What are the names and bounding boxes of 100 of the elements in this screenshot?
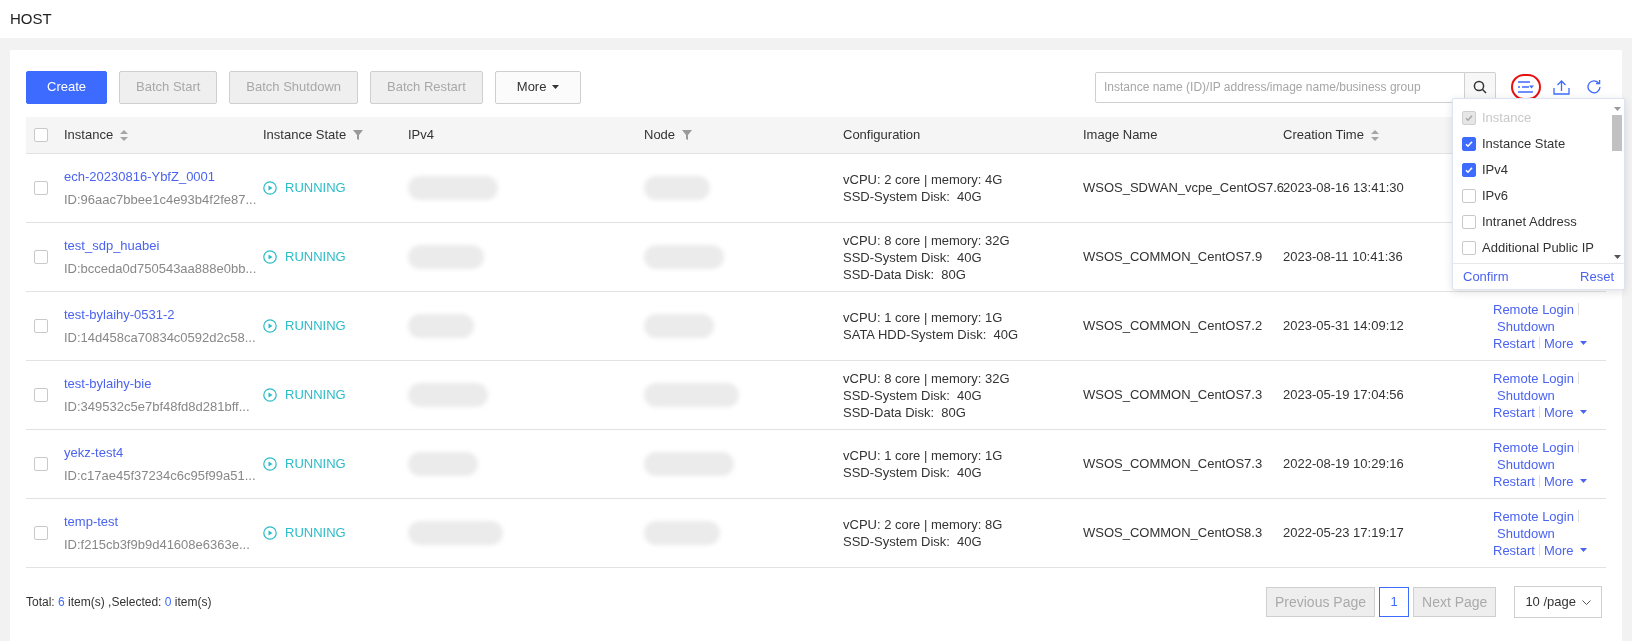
- checkbox[interactable]: [1462, 215, 1476, 229]
- creation-time: 2023-05-19 17:04:56: [1283, 386, 1404, 405]
- refresh-icon[interactable]: [1586, 79, 1602, 95]
- checkbox[interactable]: [34, 526, 48, 540]
- configuration-line: vCPU: 1 core | memory: 1G: [843, 309, 1004, 326]
- restart-link[interactable]: Restart: [1493, 334, 1535, 352]
- list-settings-icon: [1518, 81, 1534, 93]
- checkbox[interactable]: [34, 319, 48, 333]
- selection-summary: Total: 6 item(s) ,Selected: 0 item(s): [26, 594, 212, 611]
- shutdown-link[interactable]: Shutdown: [1497, 456, 1555, 472]
- instance-name-link[interactable]: ech-20230816-YbfZ_0001: [64, 167, 263, 187]
- play-circle-icon: [263, 181, 277, 195]
- status-text: RUNNING: [285, 248, 346, 267]
- page-button[interactable]: 1: [1379, 587, 1409, 617]
- checkbox[interactable]: [1462, 163, 1476, 177]
- more-link[interactable]: More: [1543, 334, 1587, 352]
- play-circle-icon: [263, 388, 277, 402]
- shutdown-link[interactable]: Shutdown: [1497, 387, 1555, 403]
- column-option[interactable]: Additional Public IP: [1462, 235, 1610, 261]
- chevron-down-icon: [1582, 599, 1591, 605]
- remote-login-link[interactable]: Remote Login: [1493, 438, 1574, 456]
- sort-icon[interactable]: [120, 129, 129, 141]
- column-option[interactable]: Intranet Address: [1462, 209, 1610, 235]
- filter-icon[interactable]: [682, 130, 693, 140]
- instance-name-link[interactable]: test_sdp_huabei: [64, 236, 263, 256]
- confirm-link[interactable]: Confirm: [1463, 266, 1509, 287]
- reset-link[interactable]: Reset: [1580, 266, 1614, 287]
- caret-icon: [1579, 341, 1587, 345]
- checkbox[interactable]: [34, 128, 48, 142]
- creation-time: 2023-08-16 13:41:30: [1283, 179, 1404, 198]
- checkbox[interactable]: [1462, 137, 1476, 151]
- play-circle-icon: [263, 319, 277, 333]
- image-name: WSOS_COMMON_CentOS7.3: [1083, 455, 1263, 474]
- filter-icon[interactable]: [353, 130, 364, 140]
- restart-link[interactable]: Restart: [1493, 541, 1535, 559]
- instance-name-link[interactable]: yekz-test4: [64, 443, 263, 463]
- caret-icon: [1579, 479, 1587, 483]
- shutdown-link[interactable]: Shutdown: [1497, 318, 1555, 334]
- checkmark-icon: [1464, 113, 1474, 123]
- instance-name-link[interactable]: test-bylaihy-bie: [64, 374, 263, 394]
- checkbox[interactable]: [1462, 189, 1476, 203]
- search-field[interactable]: Instance name (ID)/IP address/image name/business group: [1095, 71, 1465, 103]
- caret-icon: [1579, 548, 1587, 552]
- instance-id: ID:f215cb3f9b9d41608e6363e...: [64, 535, 251, 554]
- column-header: Image Name: [1083, 126, 1158, 145]
- shutdown-link[interactable]: Shutdown: [1497, 525, 1555, 541]
- configuration-line: SSD-System Disk: 40G: [843, 533, 983, 550]
- checkmark-icon: [1464, 165, 1474, 175]
- configuration-line: SSD-System Disk: 40G: [843, 386, 983, 404]
- column-header: IPv4: [408, 126, 434, 145]
- remote-login-link[interactable]: Remote Login: [1493, 300, 1574, 318]
- toolbar-button[interactable]: Create: [26, 70, 108, 104]
- image-name: WSOS_COMMON_CentOS7.2: [1083, 317, 1263, 336]
- upload-icon[interactable]: [1553, 79, 1570, 95]
- instance-name-link[interactable]: test-bylaihy-0531-2: [64, 305, 263, 325]
- checkbox[interactable]: [34, 457, 48, 471]
- page-title: HOST: [10, 8, 52, 29]
- configuration-line: SATA HDD-System Disk: 40G: [843, 326, 1020, 343]
- checkbox[interactable]: [34, 388, 48, 402]
- column-header: Node: [644, 126, 676, 145]
- play-circle-icon: [263, 526, 277, 540]
- more-link[interactable]: More: [1543, 403, 1587, 421]
- instance-name-link[interactable]: temp-test: [64, 512, 263, 532]
- scrollbar-thumb[interactable]: [1612, 115, 1622, 151]
- configuration-line: vCPU: 8 core | memory: 32G: [843, 369, 1011, 387]
- caret-icon: [552, 85, 560, 89]
- more-link[interactable]: More: [1543, 472, 1587, 490]
- search-icon: [1473, 80, 1487, 94]
- caret-icon: [1579, 410, 1587, 414]
- instance-id: ID:349532c5e7bf48fd8d281bff...: [64, 397, 251, 416]
- sort-icon[interactable]: [1370, 129, 1379, 141]
- checkbox[interactable]: [34, 250, 48, 264]
- checkbox[interactable]: [34, 181, 48, 195]
- page-size-select[interactable]: 10 /page: [1514, 586, 1602, 618]
- caret-icon: [1613, 255, 1621, 259]
- instance-id: ID:96aac7bbee1c4e93b4f2fe87...: [64, 190, 258, 209]
- image-name: WSOS_COMMON_CentOS7.9: [1083, 248, 1263, 267]
- remote-login-link[interactable]: Remote Login: [1493, 369, 1574, 387]
- configuration-line: vCPU: 2 core | memory: 4G: [843, 171, 1004, 188]
- configuration-line: SSD-System Disk: 40G: [843, 464, 983, 481]
- image-name: WSOS_COMMON_CentOS7.3: [1083, 386, 1263, 405]
- remote-login-link[interactable]: Remote Login: [1493, 507, 1574, 525]
- column-option[interactable]: IPv6: [1462, 183, 1610, 209]
- creation-time: 2022-08-19 10:29:16: [1283, 455, 1404, 474]
- checkbox[interactable]: [1462, 241, 1476, 255]
- column-header: Instance State: [263, 126, 347, 145]
- more-link[interactable]: More: [1543, 541, 1587, 559]
- restart-link[interactable]: Restart: [1493, 472, 1535, 490]
- more-dropdown-button[interactable]: More: [494, 70, 582, 104]
- checkmark-icon: [1464, 139, 1474, 149]
- configuration-line: SSD-Data Disk: 80G: [843, 265, 967, 283]
- creation-time: 2023-05-31 14:09:12: [1283, 317, 1404, 336]
- column-header: Creation Time: [1283, 126, 1364, 145]
- column-option[interactable]: IPv4: [1462, 157, 1610, 183]
- configuration-line: SSD-System Disk: 40G: [843, 188, 983, 205]
- column-option[interactable]: Instance State: [1462, 131, 1610, 157]
- configuration-line: vCPU: 2 core | memory: 8G: [843, 516, 1004, 533]
- configuration-line: vCPU: 8 core | memory: 32G: [843, 231, 1011, 249]
- instance-id: ID:14d458ca70834c0592d2c58...: [64, 328, 257, 347]
- restart-link[interactable]: Restart: [1493, 403, 1535, 421]
